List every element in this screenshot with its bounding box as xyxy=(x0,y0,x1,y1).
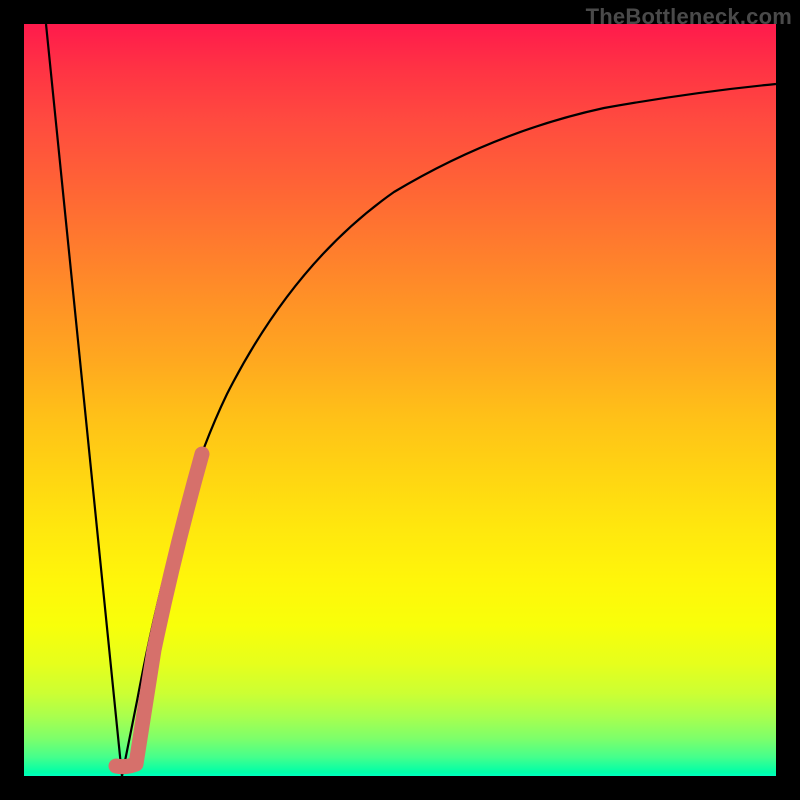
plot-area xyxy=(24,24,776,776)
chart-frame: TheBottleneck.com xyxy=(0,0,800,800)
curve-layer xyxy=(24,24,776,776)
highlight-segment xyxy=(116,454,202,767)
curve-left-branch xyxy=(46,24,122,776)
watermark-text: TheBottleneck.com xyxy=(586,4,792,30)
curve-right-branch xyxy=(122,84,776,776)
